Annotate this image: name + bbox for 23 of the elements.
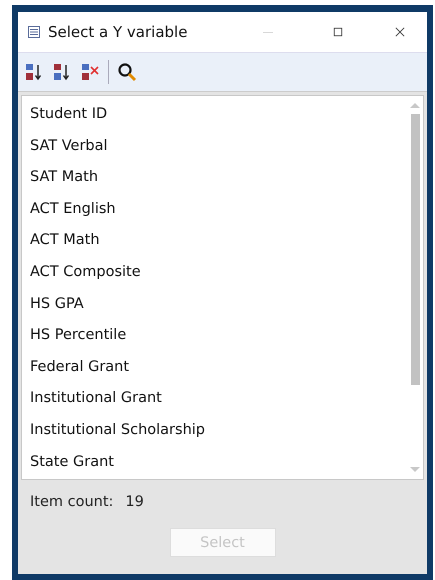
window-title: Select a Y variable bbox=[48, 23, 188, 41]
list-item[interactable]: Institutional Grant bbox=[22, 383, 407, 415]
sort-ascending-icon[interactable] bbox=[24, 62, 44, 82]
sort-descending-icon[interactable] bbox=[52, 62, 72, 82]
list-icon bbox=[28, 26, 40, 38]
list-item[interactable]: HS GPA bbox=[22, 288, 407, 320]
list-item[interactable]: Institutional Scholarship bbox=[22, 414, 407, 447]
close-icon[interactable] bbox=[395, 27, 405, 37]
list-item[interactable]: ACT English bbox=[22, 194, 407, 226]
list-item[interactable]: ACT Math bbox=[22, 225, 407, 257]
scrollbar-thumb[interactable] bbox=[410, 114, 420, 385]
maximize-icon[interactable] bbox=[333, 27, 343, 37]
item-count-label: Item count: bbox=[30, 494, 114, 510]
list-item[interactable]: HS Percentile bbox=[22, 320, 407, 352]
list-item[interactable]: SAT Verbal bbox=[22, 130, 407, 162]
list-item[interactable]: ACT Composite bbox=[22, 256, 407, 289]
list-item[interactable]: Federal Grant bbox=[22, 352, 407, 384]
list-item[interactable]: SAT Math bbox=[22, 162, 407, 194]
list-item[interactable]: Student ID bbox=[22, 99, 407, 131]
search-icon[interactable] bbox=[117, 62, 137, 82]
clear-sort-icon[interactable] bbox=[80, 62, 100, 82]
item-count-value: 19 bbox=[125, 494, 144, 510]
list-item[interactable]: State Grant bbox=[22, 446, 407, 478]
